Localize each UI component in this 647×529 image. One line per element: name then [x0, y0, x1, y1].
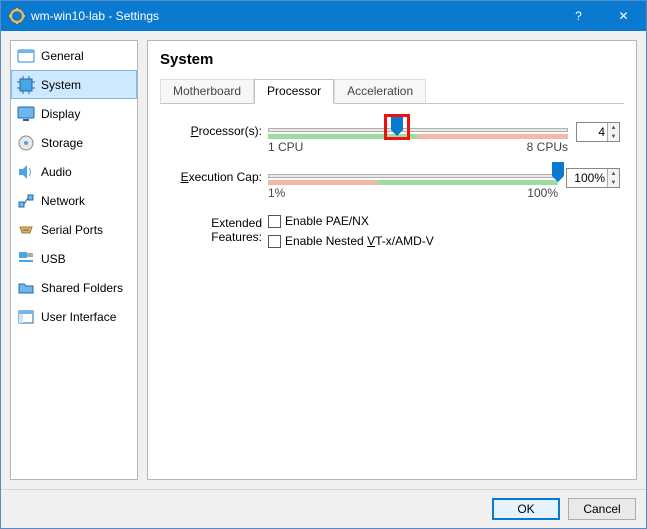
- spin-down-icon[interactable]: ▼: [607, 132, 619, 141]
- nested-vt-checkbox[interactable]: [268, 235, 281, 248]
- sidebar-label: Serial Ports: [41, 223, 103, 237]
- execcap-label: Execution Cap:: [164, 168, 268, 184]
- pae-nx-checkbox[interactable]: [268, 215, 281, 228]
- processor-count-input[interactable]: [577, 125, 607, 139]
- close-button[interactable]: ✕: [601, 1, 646, 31]
- settings-window: wm-win10-lab - Settings ? ✕ General Syst…: [0, 0, 647, 529]
- sidebar-label: Network: [41, 194, 85, 208]
- tab-processor[interactable]: Processor: [254, 79, 334, 104]
- sidebar-item-shared-folders[interactable]: Shared Folders: [11, 273, 137, 302]
- features-label: Extended Features:: [164, 214, 268, 244]
- execcap-spinbox[interactable]: ▲▼: [566, 168, 620, 188]
- sidebar-label: General: [41, 49, 84, 63]
- processor-slider[interactable]: 1 CPU 8 CPUs: [268, 122, 568, 154]
- tab-acceleration[interactable]: Acceleration: [334, 79, 426, 104]
- tab-motherboard[interactable]: Motherboard: [160, 79, 254, 104]
- spin-up-icon[interactable]: ▲: [607, 123, 619, 132]
- sidebar-label: USB: [41, 252, 66, 266]
- audio-speaker-icon: [17, 163, 35, 181]
- nested-vt-label: Enable Nested VT-x/AMD-V: [285, 234, 434, 248]
- processor-min-label: 1 CPU: [268, 140, 303, 154]
- page-title: System: [160, 51, 624, 68]
- sidebar-item-network[interactable]: Network: [11, 186, 137, 215]
- sidebar-item-serial-ports[interactable]: Serial Ports: [11, 215, 137, 244]
- sidebar-item-display[interactable]: Display: [11, 99, 137, 128]
- sidebar-label: Audio: [41, 165, 72, 179]
- highlight-marker: [384, 114, 410, 140]
- pae-nx-label: Enable PAE/NX: [285, 214, 369, 228]
- sidebar-label: Shared Folders: [41, 281, 123, 295]
- processor-count-spinbox[interactable]: ▲▼: [576, 122, 620, 142]
- tab-content-processor: Processor(s): 1 CPU 8 CPUs: [160, 104, 624, 272]
- sidebar-item-audio[interactable]: Audio: [11, 157, 137, 186]
- sidebar-label: Storage: [41, 136, 83, 150]
- sidebar-label: System: [41, 78, 81, 92]
- usb-icon: [17, 250, 35, 268]
- sidebar-item-user-interface[interactable]: User Interface: [11, 302, 137, 331]
- execcap-min-label: 1%: [268, 186, 285, 200]
- execcap-input[interactable]: [567, 171, 607, 185]
- folder-icon: [17, 279, 35, 297]
- main-panel: System Motherboard Processor Acceleratio…: [147, 40, 637, 480]
- ui-layout-icon: [17, 308, 35, 326]
- sidebar-item-system[interactable]: System: [11, 70, 137, 99]
- serial-port-icon: [17, 221, 35, 239]
- app-gear-icon: [9, 8, 25, 24]
- processor-max-label: 8 CPUs: [527, 140, 568, 154]
- execcap-slider-thumb[interactable]: [552, 162, 564, 182]
- category-sidebar: General System Display Storage Audio Net…: [10, 40, 138, 480]
- system-chip-icon: [17, 76, 35, 94]
- help-button[interactable]: ?: [556, 1, 601, 31]
- sidebar-item-general[interactable]: General: [11, 41, 137, 70]
- network-icon: [17, 192, 35, 210]
- processor-label: Processor(s):: [164, 122, 268, 138]
- window-title: wm-win10-lab - Settings: [31, 9, 556, 23]
- spin-down-icon[interactable]: ▼: [607, 178, 619, 187]
- sidebar-label: User Interface: [41, 310, 116, 324]
- storage-disk-icon: [17, 134, 35, 152]
- titlebar: wm-win10-lab - Settings ? ✕: [1, 1, 646, 31]
- sidebar-item-usb[interactable]: USB: [11, 244, 137, 273]
- execcap-max-label: 100%: [527, 186, 558, 200]
- cancel-button[interactable]: Cancel: [568, 498, 636, 520]
- sidebar-label: Display: [41, 107, 80, 121]
- close-icon: ✕: [618, 9, 628, 23]
- sidebar-item-storage[interactable]: Storage: [11, 128, 137, 157]
- help-icon: ?: [575, 9, 582, 23]
- general-icon: [17, 47, 35, 65]
- dialog-buttons: OK Cancel: [1, 489, 646, 528]
- spin-up-icon[interactable]: ▲: [607, 169, 619, 178]
- execcap-slider[interactable]: 1% 100%: [268, 168, 558, 200]
- tab-strip: Motherboard Processor Acceleration: [160, 78, 624, 104]
- display-icon: [17, 105, 35, 123]
- ok-button[interactable]: OK: [492, 498, 560, 520]
